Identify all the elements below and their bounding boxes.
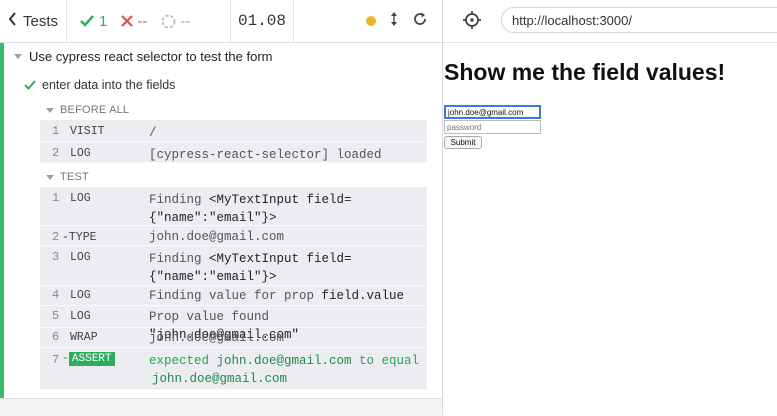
running-dot-icon — [366, 16, 376, 26]
message-selector: <MyTextInput field= — [209, 252, 352, 266]
command-name: LOG — [70, 251, 91, 264]
command-number: 3 — [52, 250, 60, 264]
pending-count: -- — [161, 13, 190, 30]
command-number: 1 — [52, 191, 60, 205]
chevron-left-icon — [8, 12, 17, 30]
aut-header: http://localhost:3000/ — [443, 0, 777, 43]
command-log: Use cypress react selector to test the f… — [0, 43, 442, 398]
command-number: 5 — [52, 309, 60, 323]
passed-value: 1 — [99, 12, 108, 30]
crosshair-icon[interactable] — [463, 11, 481, 34]
command-message: Finding <MyTextInput field= {"name":"emai… — [149, 250, 424, 286]
command-row[interactable]: 3 LOG Finding <MyTextInput field= {"name"… — [40, 246, 427, 286]
command-row[interactable]: 6 WRAP john.doe@gmail.com — [40, 328, 427, 348]
command-number: 6 — [52, 330, 60, 344]
command-row[interactable]: 4 LOG Finding value for prop field.value — [40, 286, 427, 306]
command-name: LOG — [70, 192, 91, 205]
command-log-panel: Tests 1 -- -- 01.08 Use cypress react se… — [0, 0, 443, 416]
test-section-label: TEST — [60, 171, 89, 183]
command-number: 7 — [52, 353, 60, 367]
command-message: / — [149, 126, 157, 140]
test-title-text: enter data into the fields — [42, 78, 176, 92]
reporter-header: Tests 1 -- -- 01.08 — [0, 0, 442, 43]
message-value: field.value — [321, 289, 405, 303]
suite-title[interactable]: Use cypress react selector to test the f… — [14, 49, 272, 64]
x-icon — [121, 15, 134, 27]
command-name: WRAP — [70, 331, 98, 344]
page-heading: Show me the field values! — [444, 59, 726, 85]
command-name: LOG — [70, 310, 91, 323]
command-row[interactable]: 1 LOG Finding <MyTextInput field= {"name"… — [40, 187, 427, 226]
message-text: Prop value found — [149, 310, 270, 324]
message-text: Finding — [149, 252, 210, 266]
command-message: [cypress-react-selector] loaded — [149, 148, 382, 162]
message-text: Finding value for prop — [149, 289, 322, 303]
test-commands: 1 LOG Finding <MyTextInput field= {"name"… — [40, 187, 427, 390]
command-name: VISIT — [70, 125, 105, 138]
command-message: john.doe@gmail.com — [149, 331, 285, 345]
command-name: -TYPE — [62, 231, 97, 244]
assert-expected: john.doe@gmail.com — [152, 372, 288, 386]
command-row[interactable]: 2 -TYPE john.doe@gmail.com — [40, 226, 427, 246]
command-number: 1 — [52, 124, 60, 138]
command-message: john.doe@gmail.com — [149, 230, 285, 244]
duration: 01.08 — [231, 0, 294, 42]
submit-button[interactable]: Submit — [444, 136, 482, 149]
triangle-down-icon — [46, 174, 54, 180]
reload-icon[interactable] — [412, 11, 428, 31]
command-row[interactable]: 5 LOG Prop value found "john.doe@gmail.c… — [40, 306, 427, 342]
updown-arrows-icon[interactable] — [390, 11, 398, 31]
message-selector: <MyTextInput field= — [209, 193, 352, 207]
assert-text: expected — [149, 354, 217, 368]
message-selector: {"name":"email"}> — [149, 270, 277, 284]
command-name: - ASSERT — [62, 352, 115, 366]
assert-actual: john.doe@gmail.com — [216, 354, 352, 368]
assert-text: to equal — [351, 354, 420, 368]
stats: 1 -- -- — [67, 0, 231, 42]
before-all-label: BEFORE ALL — [60, 104, 130, 116]
command-number: 2 — [52, 146, 60, 160]
message-text: Finding — [149, 193, 210, 207]
assert-badge: ASSERT — [68, 352, 115, 366]
command-message: expected john.doe@gmail.com to equal john… — [149, 352, 424, 388]
message-selector: {"name":"email"}> — [149, 211, 277, 225]
command-row[interactable]: 2 LOG [cypress-react-selector] loaded — [40, 142, 427, 163]
tests-label: Tests — [22, 12, 58, 30]
command-row[interactable]: 7 - ASSERT expected john.doe@gmail.com to… — [40, 348, 427, 390]
test-title[interactable]: enter data into the fields — [24, 78, 175, 92]
pass-indicator-bar — [0, 43, 4, 398]
password-field[interactable] — [444, 120, 541, 134]
passed-count: 1 — [79, 13, 107, 30]
failed-count: -- — [121, 13, 147, 30]
assert-prefix: - — [62, 352, 69, 365]
before-all-commands: 1 VISIT / 2 LOG [cypress-react-selector]… — [40, 120, 427, 163]
check-icon — [80, 15, 94, 27]
command-name: LOG — [70, 289, 91, 302]
command-message: Finding <MyTextInput field= {"name":"emai… — [149, 191, 424, 227]
failed-value: -- — [137, 12, 148, 30]
tests-button[interactable]: Tests — [0, 0, 67, 42]
circle-dashed-icon — [161, 14, 176, 28]
reporter-controls — [294, 0, 442, 42]
email-field[interactable] — [444, 105, 541, 119]
command-number: 4 — [52, 288, 60, 302]
suite-title-text: Use cypress react selector to test the f… — [29, 49, 273, 64]
command-row[interactable]: 1 VISIT / — [40, 120, 427, 142]
url-bar[interactable]: http://localhost:3000/ — [501, 7, 777, 33]
app-preview: Show me the field values! Submit — [443, 43, 777, 415]
command-number: 2 — [52, 230, 60, 244]
test-section-header[interactable]: TEST — [46, 171, 89, 183]
triangle-down-icon — [14, 54, 22, 59]
pending-value: -- — [180, 12, 191, 30]
before-all-header[interactable]: BEFORE ALL — [46, 104, 129, 116]
command-message: Finding value for prop field.value — [149, 287, 424, 305]
reporter-footer — [0, 398, 442, 416]
triangle-down-icon — [46, 107, 54, 113]
check-icon — [24, 80, 36, 90]
command-name: LOG — [70, 147, 91, 160]
